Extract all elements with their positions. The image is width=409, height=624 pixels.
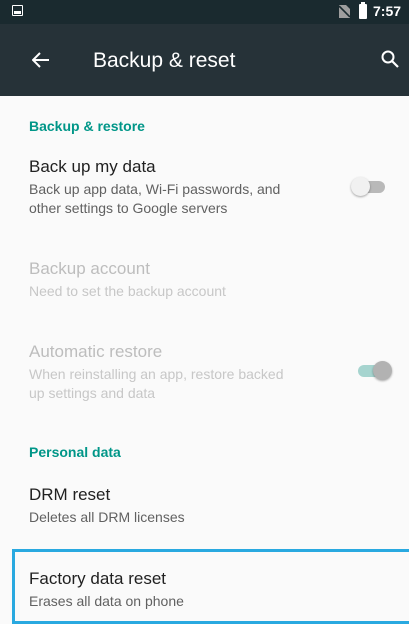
pref-summary: Need to set the backup account (29, 283, 226, 299)
page-title: Backup & reset (93, 49, 236, 72)
pref-back-up-my-data[interactable]: Back up my data Back up app data, Wi-Fi … (0, 156, 409, 218)
pref-summary-line: other settings to Google servers (29, 200, 228, 216)
pref-automatic-restore[interactable]: Automatic restore When reinstalling an a… (0, 341, 409, 403)
image-notification-icon (12, 5, 23, 16)
toggle-thumb (373, 361, 392, 380)
pref-summary: When reinstalling an app, restore backed… (29, 365, 409, 403)
search-icon (381, 50, 399, 68)
pref-title: Backup account (29, 259, 150, 278)
section-header-personal-data: Personal data (29, 444, 121, 460)
arrow-left-icon (32, 52, 49, 68)
back-up-toggle-switch[interactable] (351, 174, 389, 198)
no-sim-icon (339, 5, 350, 18)
pref-backup-account[interactable]: Backup account Need to set the backup ac… (0, 258, 409, 301)
pref-summary-line: up settings and data (29, 385, 156, 401)
pref-title: DRM reset (29, 485, 111, 504)
section-header-backup-restore: Backup & restore (29, 118, 145, 134)
pref-title: Automatic restore (29, 342, 163, 361)
pref-drm-reset[interactable]: DRM reset Deletes all DRM licenses (0, 484, 409, 527)
pref-summary-line: When reinstalling an app, restore backed (29, 366, 284, 382)
status-bar: 7:57 (0, 0, 409, 24)
back-button[interactable] (22, 41, 60, 79)
toggle-thumb (351, 177, 370, 196)
battery-icon (359, 2, 367, 19)
pref-summary: Erases all data on phone (29, 593, 184, 609)
search-button[interactable] (373, 42, 407, 76)
clock: 7:57 (373, 3, 402, 19)
pref-factory-data-reset[interactable]: Factory data reset Erases all data on ph… (0, 568, 409, 611)
app-bar: Backup & reset (0, 24, 409, 96)
pref-title: Factory data reset (29, 569, 167, 588)
pref-summary: Deletes all DRM licenses (29, 509, 185, 525)
automatic-restore-toggle-switch[interactable] (356, 358, 394, 382)
